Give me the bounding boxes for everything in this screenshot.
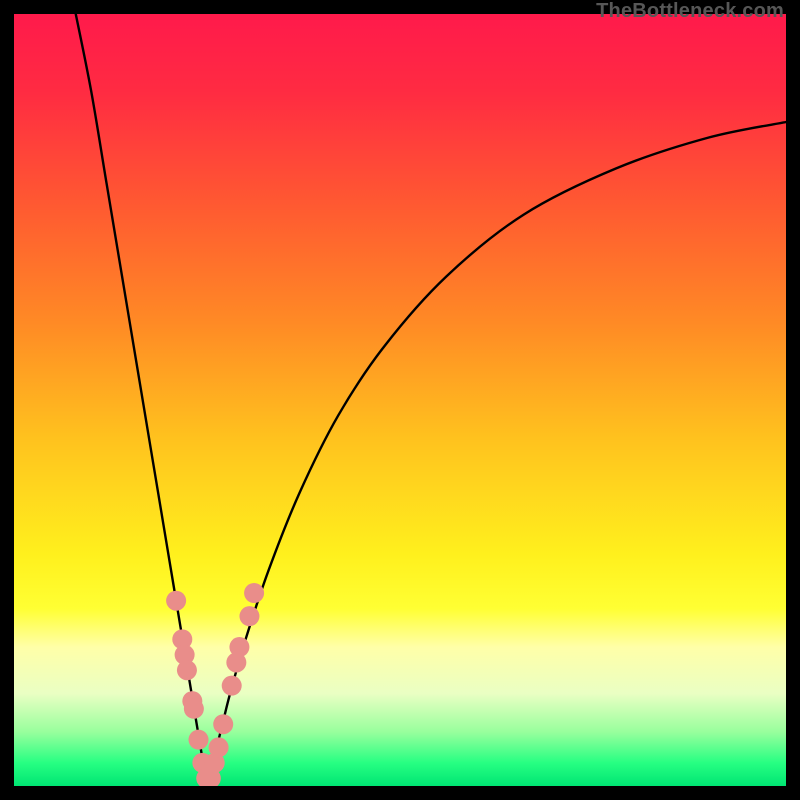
data-marker [166, 591, 186, 611]
data-marker [213, 714, 233, 734]
chart-frame: TheBottleneck.com [0, 0, 800, 800]
data-marker [209, 737, 229, 757]
data-marker [184, 699, 204, 719]
data-marker [177, 660, 197, 680]
bottleneck-chart [14, 14, 786, 786]
watermark-label: TheBottleneck.com [594, 0, 786, 23]
data-marker [222, 676, 242, 696]
data-marker [244, 583, 264, 603]
gradient-background [14, 14, 786, 786]
data-marker [229, 637, 249, 657]
plot-area [14, 14, 786, 786]
data-marker [239, 606, 259, 626]
data-marker [189, 730, 209, 750]
